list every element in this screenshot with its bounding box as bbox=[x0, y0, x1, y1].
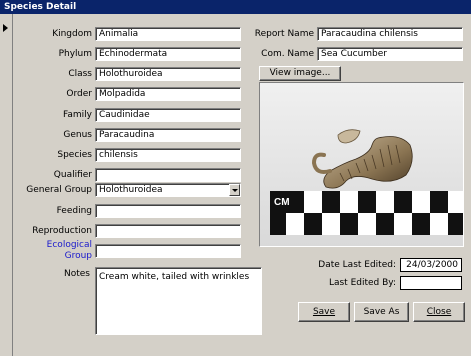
species-field[interactable]: chilensis bbox=[95, 148, 241, 162]
qualifier-field[interactable] bbox=[95, 168, 241, 182]
phylum-field[interactable]: Echinodermata bbox=[95, 47, 241, 61]
general-group-value: Holothuroidea bbox=[99, 185, 163, 195]
class-label: Class bbox=[68, 69, 92, 79]
view-image-button[interactable]: View image... bbox=[259, 66, 341, 81]
report-name-label: Report Name bbox=[254, 29, 314, 39]
notes-field[interactable]: Cream white, tailed with wrinkles bbox=[95, 267, 262, 335]
com-name-label: Com. Name bbox=[261, 49, 314, 59]
general-group-label: General Group bbox=[26, 185, 92, 195]
family-label: Family bbox=[63, 110, 92, 120]
genus-label: Genus bbox=[63, 130, 92, 140]
specimen-image: CM bbox=[260, 83, 463, 246]
notes-label: Notes bbox=[64, 269, 90, 279]
save-button[interactable]: Save bbox=[298, 302, 350, 322]
phylum-label: Phylum bbox=[58, 49, 92, 59]
general-group-select[interactable]: Holothuroidea bbox=[95, 183, 241, 197]
order-label: Order bbox=[66, 89, 92, 99]
qualifier-label: Qualifier bbox=[53, 170, 92, 180]
chevron-down-icon[interactable] bbox=[229, 184, 240, 196]
window-title: Species Detail bbox=[0, 0, 471, 14]
kingdom-label: Kingdom bbox=[52, 29, 92, 39]
date-last-edited-label: Date Last Edited: bbox=[318, 260, 396, 270]
feeding-label: Feeding bbox=[56, 206, 92, 216]
specimen-photo: CM bbox=[259, 82, 464, 247]
ecological-label-line1: Ecological bbox=[46, 240, 92, 250]
species-label: Species bbox=[57, 150, 92, 160]
save-as-button[interactable]: Save As bbox=[354, 302, 409, 322]
record-pointer-icon bbox=[3, 24, 8, 32]
feeding-field[interactable] bbox=[95, 204, 241, 218]
genus-field[interactable]: Paracaudina bbox=[95, 128, 241, 142]
ecological-label-line2: Group bbox=[64, 251, 92, 261]
reproduction-field[interactable] bbox=[95, 224, 241, 238]
last-edited-by-label: Last Edited By: bbox=[328, 278, 396, 288]
close-button-label: Close bbox=[426, 307, 452, 317]
ecological-group-label[interactable]: Ecological Group bbox=[14, 240, 92, 262]
date-last-edited-field[interactable]: 24/03/2000 bbox=[400, 258, 462, 272]
scale-label: CM bbox=[274, 197, 290, 208]
report-name-field[interactable]: Paracaudina chilensis bbox=[317, 27, 463, 41]
close-button[interactable]: Close bbox=[413, 302, 465, 322]
ecological-group-field[interactable] bbox=[95, 244, 241, 258]
family-field[interactable]: Caudinidae bbox=[95, 108, 241, 122]
com-name-field[interactable]: Sea Cucumber bbox=[317, 47, 463, 61]
reproduction-label: Reproduction bbox=[32, 226, 92, 236]
order-field[interactable]: Molpadida bbox=[95, 87, 241, 101]
last-edited-by-field[interactable] bbox=[400, 276, 462, 290]
save-button-label: Save bbox=[312, 307, 336, 317]
kingdom-field[interactable]: Animalia bbox=[95, 27, 241, 41]
class-field[interactable]: Holothuroidea bbox=[95, 67, 241, 81]
save-as-button-label: Save As bbox=[363, 307, 400, 317]
